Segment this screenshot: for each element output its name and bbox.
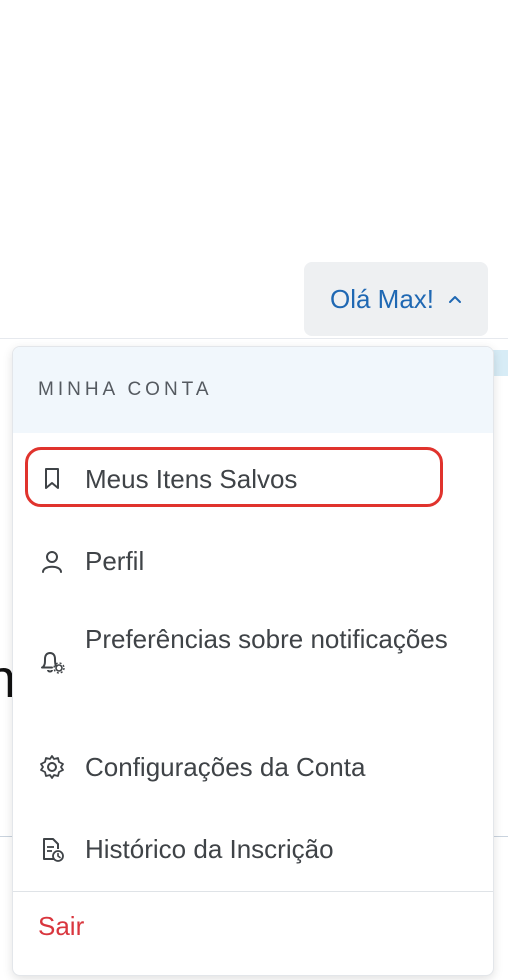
dropdown-heading: MINHA CONTA xyxy=(38,379,213,400)
account-menu-toggle[interactable]: Olá Max! xyxy=(304,262,488,336)
menu-item-label: Perfil xyxy=(85,546,145,576)
menu-item-subscription-history[interactable]: Histórico da Inscrição xyxy=(13,827,493,873)
person-icon xyxy=(39,549,65,575)
menu-item-label: Meus Itens Salvos xyxy=(85,464,298,494)
account-dropdown-menu: MINHA CONTA Meus Itens Salvos Perfil Pre… xyxy=(12,346,494,976)
menu-item-label: Histórico da Inscrição xyxy=(85,834,334,864)
menu-item-label: Preferências sobre notificações xyxy=(85,624,448,654)
bell-settings-icon xyxy=(39,649,65,675)
menu-item-account-settings[interactable]: Configurações da Conta xyxy=(13,745,493,791)
menu-item-notification-preferences[interactable]: Preferências sobre notificações xyxy=(13,615,493,707)
menu-divider xyxy=(13,891,493,892)
gear-icon xyxy=(39,754,65,780)
chevron-up-icon xyxy=(448,294,462,304)
page: n Olá Max! MINHA CONTA Meus Itens Salvos xyxy=(0,0,508,980)
menu-item-label: Configurações da Conta xyxy=(85,752,366,782)
greeting-label: Olá Max! xyxy=(329,283,435,314)
dropdown-header: MINHA CONTA xyxy=(13,347,493,433)
document-clock-icon xyxy=(39,837,65,863)
signout-link[interactable]: Sair xyxy=(38,911,84,942)
bookmark-icon xyxy=(39,466,65,492)
menu-item-saved-items[interactable]: Meus Itens Salvos xyxy=(13,451,493,507)
menu-item-profile[interactable]: Perfil xyxy=(13,535,493,591)
